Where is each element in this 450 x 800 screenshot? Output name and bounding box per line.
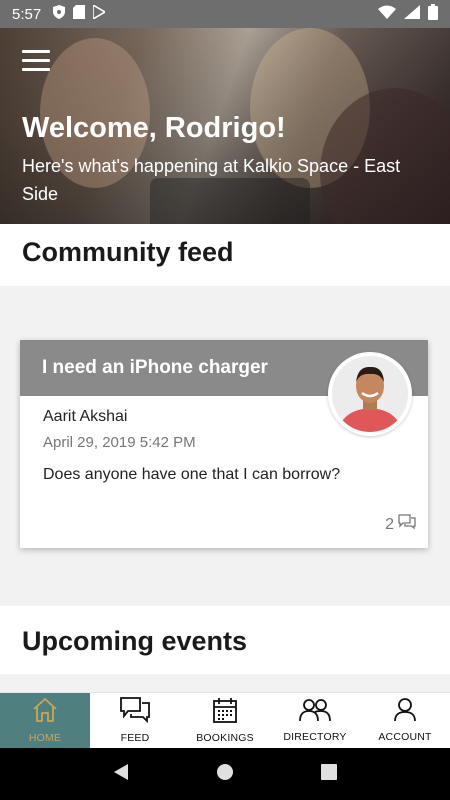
welcome-title: Welcome, Rodrigo! bbox=[22, 112, 286, 144]
menu-button[interactable] bbox=[22, 50, 50, 72]
calendar-icon bbox=[213, 697, 237, 728]
upcoming-events-section: Upcoming events bbox=[0, 606, 450, 674]
home-button-icon[interactable] bbox=[216, 763, 234, 786]
play-store-icon bbox=[92, 3, 107, 24]
nav-home-label: HOME bbox=[28, 732, 62, 744]
nav-directory[interactable]: DIRECTORY bbox=[270, 693, 360, 748]
bottom-nav: HOME FEED BOOKINGS DIRECTORY ACCOUNT bbox=[0, 692, 450, 748]
nav-account[interactable]: ACCOUNT bbox=[360, 693, 450, 748]
back-icon[interactable] bbox=[113, 763, 129, 786]
people-icon bbox=[299, 698, 331, 727]
community-feed-title: Community feed bbox=[22, 237, 234, 267]
signal-icon bbox=[404, 4, 420, 24]
post-card[interactable]: I need an iPhone charger Aarit Akshai Ap… bbox=[20, 340, 428, 548]
comment-count-value: 2 bbox=[385, 515, 394, 533]
home-icon bbox=[31, 697, 59, 728]
comments-icon bbox=[398, 514, 416, 535]
person-icon bbox=[394, 698, 416, 727]
community-feed-section: Community feed bbox=[0, 224, 450, 286]
avatar[interactable] bbox=[328, 352, 412, 436]
system-nav-bar bbox=[0, 748, 450, 800]
post-date: April 29, 2019 5:42 PM bbox=[43, 434, 196, 451]
status-time: 5:57 bbox=[12, 5, 42, 23]
nav-directory-label: DIRECTORY bbox=[283, 731, 347, 743]
nav-account-label: ACCOUNT bbox=[378, 731, 432, 743]
post-body: Does anyone have one that I can borrow? bbox=[43, 466, 341, 483]
post-author[interactable]: Aarit Akshai bbox=[43, 408, 127, 426]
welcome-subtitle: Here's what's happening at Kalkio Space … bbox=[22, 156, 401, 204]
nav-bookings[interactable]: BOOKINGS bbox=[180, 693, 270, 748]
upcoming-events-title: Upcoming events bbox=[22, 626, 248, 656]
shield-icon bbox=[53, 4, 66, 24]
status-bar: 5:57 bbox=[0, 0, 450, 28]
sd-card-icon bbox=[73, 4, 86, 24]
nav-home[interactable]: HOME bbox=[0, 693, 90, 748]
comment-count[interactable]: 2 bbox=[385, 514, 416, 535]
wifi-icon bbox=[378, 5, 396, 24]
feed-icon bbox=[120, 697, 150, 728]
nav-feed[interactable]: FEED bbox=[90, 693, 180, 748]
battery-icon bbox=[428, 3, 438, 25]
nav-bookings-label: BOOKINGS bbox=[196, 732, 254, 744]
recents-icon[interactable] bbox=[320, 763, 337, 785]
hamburger-icon bbox=[22, 50, 50, 53]
nav-feed-label: FEED bbox=[120, 732, 150, 744]
hero-banner: Welcome, Rodrigo! Here's what's happenin… bbox=[0, 28, 450, 224]
